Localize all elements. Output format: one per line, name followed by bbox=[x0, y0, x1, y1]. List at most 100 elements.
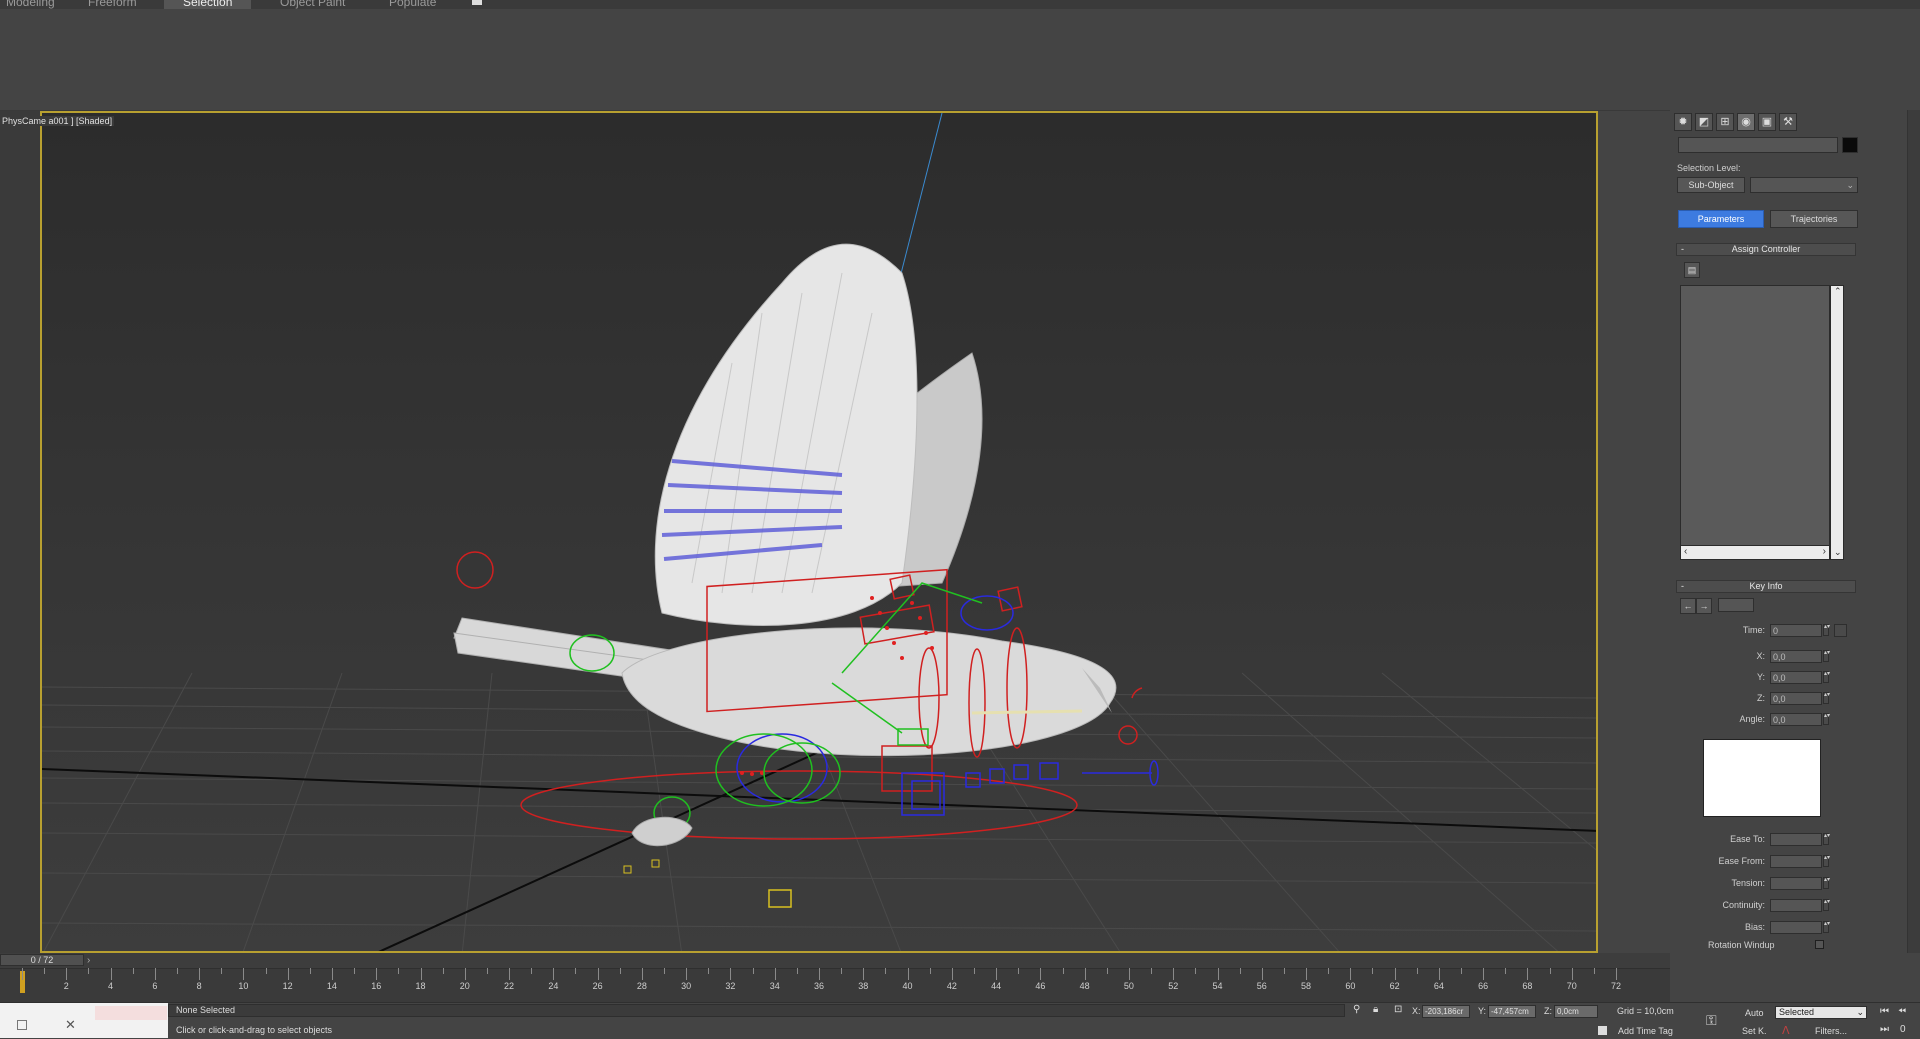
motion-icon[interactable]: ◉ bbox=[1737, 113, 1755, 131]
assign-controller-rollout[interactable]: - Assign Controller bbox=[1676, 243, 1856, 256]
scroll-right-icon[interactable]: › bbox=[1823, 546, 1826, 557]
next-key-icon[interactable]: → bbox=[1696, 598, 1712, 614]
auto-key-button[interactable]: Auto bbox=[1745, 1008, 1764, 1018]
z-value-field[interactable]: 0,0 bbox=[1770, 692, 1822, 705]
time-field[interactable]: 0 bbox=[1770, 624, 1822, 637]
tab-object-paint[interactable]: Object Paint bbox=[280, 0, 345, 9]
perspective-viewport[interactable] bbox=[40, 111, 1598, 953]
collapse-icon: - bbox=[1681, 244, 1684, 254]
tab-modeling[interactable]: Modeling bbox=[6, 0, 55, 9]
trajectories-button[interactable]: Trajectories bbox=[1770, 210, 1858, 228]
time-tag-icon[interactable] bbox=[1598, 1026, 1607, 1035]
key-tangent-icon[interactable]: ᐱ bbox=[1782, 1024, 1790, 1037]
coord-z-field[interactable]: 0,0cm bbox=[1554, 1005, 1598, 1018]
assign-controller-icon[interactable]: ▤ bbox=[1684, 262, 1700, 278]
viewport-label[interactable]: PhysCame a001 ] [Shaded] bbox=[0, 116, 115, 126]
frame-tick bbox=[1571, 968, 1573, 980]
display-icon[interactable]: ▣ bbox=[1758, 113, 1776, 131]
time-lock-toggle[interactable] bbox=[1834, 624, 1847, 637]
frame-tick-label: 54 bbox=[1212, 981, 1223, 991]
coord-y-field[interactable]: -47,457cm bbox=[1488, 1005, 1536, 1018]
controller-list-scrollbar[interactable]: ⌃ ⌄ bbox=[1830, 285, 1844, 560]
scroll-down-icon[interactable]: ⌄ bbox=[1834, 547, 1842, 558]
lock-icon[interactable]: 🔒︎ bbox=[1373, 1004, 1378, 1015]
z-spinner[interactable]: ▴▾ bbox=[1823, 692, 1830, 704]
tab-freeform[interactable]: Freeform bbox=[88, 0, 137, 9]
frame-tick bbox=[1505, 968, 1507, 974]
frame-tick bbox=[199, 968, 201, 980]
grid-size: Grid = 10,0cm bbox=[1617, 1006, 1674, 1016]
frame-tick bbox=[398, 968, 400, 974]
frame-tick bbox=[597, 968, 599, 980]
utilities-icon[interactable]: ⚒ bbox=[1779, 113, 1797, 131]
continuity-spinner[interactable]: ▴▾ bbox=[1823, 899, 1830, 911]
ribbon-toggle-icon[interactable] bbox=[472, 0, 482, 5]
frame-tick bbox=[1306, 968, 1308, 980]
object-color-swatch[interactable] bbox=[1842, 137, 1858, 153]
frame-tick-label: 62 bbox=[1389, 981, 1400, 991]
set-key-icon[interactable]: ⚿ bbox=[1706, 1012, 1717, 1029]
next-frame-icon[interactable]: › bbox=[87, 955, 90, 966]
time-slider-track[interactable] bbox=[0, 953, 1670, 968]
z-label: Z: bbox=[1757, 693, 1765, 703]
angle-field[interactable]: 0,0 bbox=[1770, 713, 1822, 726]
object-name-field[interactable] bbox=[1678, 137, 1838, 153]
selection-level-label: Selection Level: bbox=[1677, 163, 1741, 173]
key-info-rollout[interactable]: - Key Info bbox=[1676, 580, 1856, 593]
filters-button[interactable]: Filters... bbox=[1815, 1026, 1847, 1036]
sub-object-button[interactable]: Sub-Object bbox=[1677, 177, 1745, 193]
x-spinner[interactable]: ▴▾ bbox=[1823, 650, 1830, 662]
ease-to-spinner[interactable]: ▴▾ bbox=[1823, 833, 1830, 845]
bias-spinner[interactable]: ▴▾ bbox=[1823, 921, 1830, 933]
controller-list-hscrollbar[interactable]: ‹ › bbox=[1680, 545, 1830, 560]
tension-spinner[interactable]: ▴▾ bbox=[1823, 877, 1830, 889]
isolate-icon[interactable]: ⚲ bbox=[1353, 1004, 1360, 1015]
bias-field[interactable] bbox=[1770, 921, 1822, 934]
scroll-up-icon[interactable]: ⌃ bbox=[1834, 286, 1842, 297]
set-key-button[interactable]: Set K. bbox=[1742, 1026, 1767, 1036]
command-panel-scrollbar[interactable] bbox=[1907, 110, 1920, 953]
foot-control-right bbox=[651, 859, 660, 868]
add-time-tag-button[interactable]: Add Time Tag bbox=[1618, 1026, 1673, 1036]
frame-tick bbox=[1549, 968, 1551, 974]
frame-tick-label: 10 bbox=[238, 981, 249, 991]
key-filter-dropdown[interactable]: Selected ⌄ bbox=[1775, 1006, 1867, 1019]
create-icon[interactable]: ✹ bbox=[1674, 113, 1692, 131]
ease-from-field[interactable] bbox=[1770, 855, 1822, 868]
angle-spinner[interactable]: ▴▾ bbox=[1823, 713, 1830, 725]
frame-tick bbox=[1195, 968, 1197, 974]
parameters-button[interactable]: Parameters bbox=[1678, 210, 1764, 228]
hierarchy-icon[interactable]: ⊞ bbox=[1716, 113, 1734, 131]
tension-field[interactable] bbox=[1770, 877, 1822, 890]
frame-field[interactable]: 0 bbox=[1900, 1024, 1906, 1035]
coord-x-field[interactable]: -203,186cr bbox=[1422, 1005, 1470, 1018]
coord-z-label: Z: bbox=[1544, 1006, 1552, 1016]
maxscript-output[interactable] bbox=[95, 1006, 167, 1020]
continuity-field[interactable] bbox=[1770, 899, 1822, 912]
rotation-windup-checkbox[interactable] bbox=[1815, 940, 1824, 949]
key-curve-graph bbox=[1703, 739, 1821, 817]
x-value-field[interactable]: 0,0 bbox=[1770, 650, 1822, 663]
key-mode-icon[interactable]: ⏭ bbox=[1880, 1024, 1889, 1035]
previous-frame-icon[interactable]: ⏪︎ bbox=[1898, 1006, 1906, 1017]
previous-key-icon[interactable]: ← bbox=[1680, 598, 1696, 614]
frame-tick-label: 24 bbox=[548, 981, 559, 991]
tab-selection[interactable]: Selection bbox=[164, 0, 252, 9]
tab-populate[interactable]: Populate bbox=[389, 0, 436, 9]
time-slider[interactable]: 0 / 72 bbox=[0, 954, 84, 966]
controller-list[interactable] bbox=[1680, 285, 1830, 560]
y-spinner[interactable]: ▴▾ bbox=[1823, 671, 1830, 683]
y-value-field[interactable]: 0,0 bbox=[1770, 671, 1822, 684]
key-number-field[interactable] bbox=[1718, 598, 1754, 612]
frame-tick bbox=[287, 968, 289, 980]
modify-icon[interactable]: ◩ bbox=[1695, 113, 1713, 131]
absolute-mode-icon[interactable]: ⊡ bbox=[1394, 1004, 1402, 1015]
ease-from-spinner[interactable]: ▴▾ bbox=[1823, 855, 1830, 867]
scroll-left-icon[interactable]: ‹ bbox=[1684, 546, 1687, 557]
ease-to-field[interactable] bbox=[1770, 833, 1822, 846]
go-to-start-icon[interactable]: ⏮ bbox=[1880, 1006, 1889, 1017]
time-spinner[interactable]: ▴▾ bbox=[1823, 624, 1830, 636]
sub-object-dropdown[interactable]: ⌄ bbox=[1750, 177, 1858, 193]
close-icon[interactable]: ✕ bbox=[65, 1017, 76, 1033]
restore-icon[interactable] bbox=[17, 1020, 27, 1030]
